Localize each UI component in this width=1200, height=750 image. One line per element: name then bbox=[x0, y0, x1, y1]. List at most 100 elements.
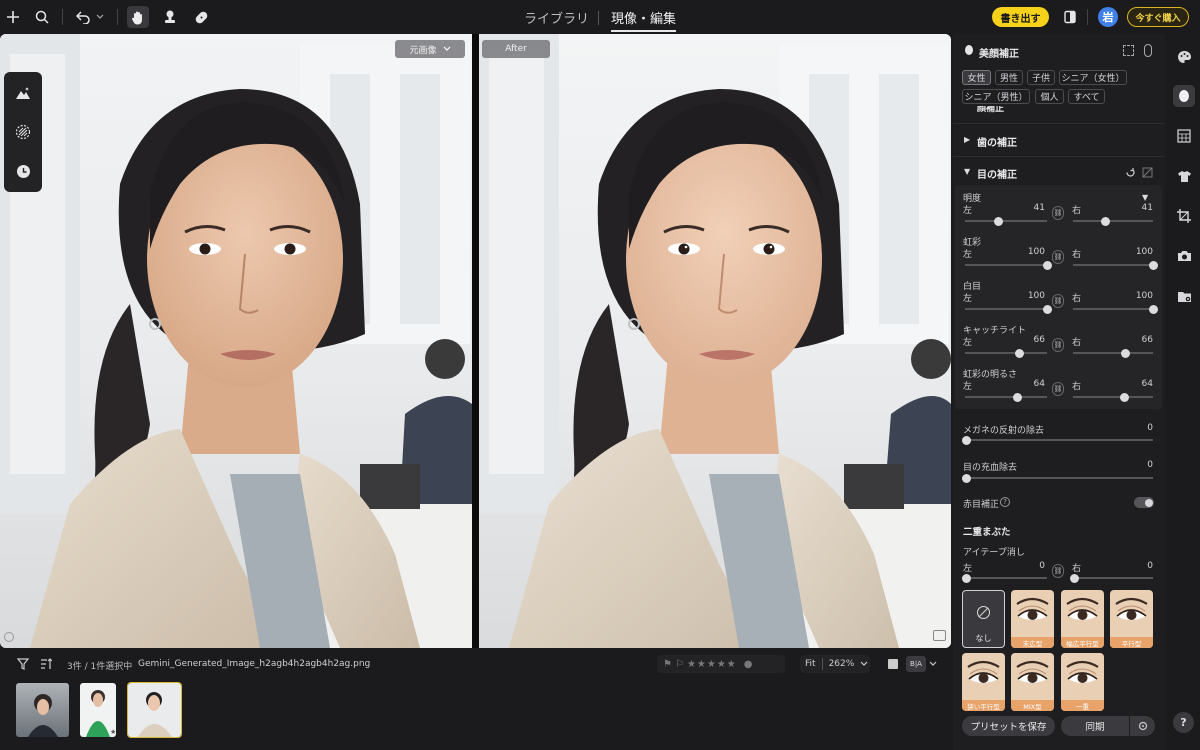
eye-slider-right[interactable] bbox=[1073, 392, 1153, 402]
chip-individual[interactable]: 個人 bbox=[1035, 89, 1064, 104]
undo-history-chevron-icon[interactable] bbox=[93, 6, 107, 28]
hand-tool-icon[interactable] bbox=[127, 6, 149, 28]
glasses-reflection-slider[interactable] bbox=[962, 435, 1153, 445]
link-sides-icon[interactable]: ⛓ bbox=[1052, 338, 1064, 352]
slider-knob[interactable] bbox=[962, 473, 971, 483]
undo-icon[interactable] bbox=[72, 6, 94, 28]
search-icon[interactable] bbox=[31, 6, 53, 28]
link-toggle-icon[interactable] bbox=[1144, 44, 1152, 57]
collapse-arrow-icon[interactable]: ▼ bbox=[964, 167, 970, 176]
reset-icon[interactable] bbox=[1125, 167, 1136, 178]
link-sides-icon[interactable]: ⛓ bbox=[1052, 294, 1064, 308]
eyelid-style-tile[interactable]: 幅広平行型 bbox=[1061, 590, 1104, 648]
eyelid-style-tile[interactable]: 狭い平行型 bbox=[962, 653, 1005, 711]
slider-knob[interactable] bbox=[962, 573, 971, 583]
sort-icon[interactable] bbox=[35, 653, 57, 675]
eye-slider-left[interactable] bbox=[965, 304, 1052, 314]
slider-knob[interactable] bbox=[1148, 260, 1158, 270]
eyelid-style-tile[interactable]: 一重 bbox=[1061, 653, 1104, 711]
red-eye-toggle[interactable] bbox=[1134, 497, 1154, 508]
crop-icon[interactable] bbox=[1173, 205, 1195, 227]
single-view-icon[interactable] bbox=[888, 659, 898, 669]
eye-section-title[interactable]: 目の補正 bbox=[977, 166, 1017, 181]
thumbnail-2[interactable]: ★ bbox=[80, 683, 116, 737]
face-beauty-icon[interactable] bbox=[1173, 85, 1195, 107]
help-button[interactable]: ? bbox=[1173, 712, 1194, 733]
eye-slider-right[interactable] bbox=[1073, 216, 1153, 226]
stamp-tool-icon[interactable] bbox=[159, 6, 181, 28]
expand-arrow-icon[interactable]: ▶ bbox=[964, 135, 970, 144]
chip-all[interactable]: すべて bbox=[1068, 89, 1105, 104]
before-after-splitter[interactable] bbox=[472, 34, 479, 648]
eye-slider-right[interactable] bbox=[1073, 304, 1158, 314]
slider-knob[interactable] bbox=[1042, 260, 1052, 270]
texture-filter-icon[interactable] bbox=[12, 121, 34, 143]
sync-settings-button[interactable] bbox=[1130, 716, 1155, 736]
auto-enhance-icon[interactable] bbox=[12, 82, 34, 104]
chip-child[interactable]: 子供 bbox=[1027, 70, 1055, 85]
add-icon[interactable] bbox=[2, 6, 24, 28]
face-detect-icon[interactable] bbox=[1123, 45, 1134, 56]
eyelid-none-tile[interactable]: なし bbox=[962, 590, 1005, 648]
user-avatar[interactable]: 岩 bbox=[1098, 7, 1118, 27]
filter-icon[interactable] bbox=[12, 653, 34, 675]
face-correction-section-partial[interactable]: 顔補正 bbox=[953, 106, 1165, 116]
slider-knob[interactable] bbox=[994, 216, 1004, 226]
eyelid-style-tile[interactable]: 末広型 bbox=[1011, 590, 1054, 648]
tape-right-slider[interactable] bbox=[1070, 573, 1153, 583]
reject-flag-icon[interactable]: ⚐ bbox=[675, 659, 684, 670]
tape-left-slider[interactable] bbox=[962, 573, 1047, 583]
slider-knob[interactable] bbox=[1121, 348, 1131, 358]
zoom-level[interactable]: 262% bbox=[829, 659, 855, 669]
slider-knob[interactable] bbox=[1013, 392, 1022, 402]
chip-senior-female[interactable]: シニア（女性） bbox=[1059, 70, 1127, 85]
eye-slider-right[interactable] bbox=[1073, 260, 1158, 270]
link-sides-icon[interactable]: ⛓ bbox=[1052, 382, 1064, 396]
save-preset-button[interactable]: プリセットを保存 bbox=[962, 716, 1055, 736]
eye-slider-right[interactable] bbox=[1073, 348, 1153, 358]
disable-eye-icon[interactable] bbox=[1142, 167, 1153, 178]
thumbnail-1[interactable] bbox=[16, 683, 69, 737]
slider-knob[interactable] bbox=[962, 435, 971, 445]
history-clock-icon[interactable] bbox=[12, 160, 34, 182]
eye-slider-left[interactable] bbox=[965, 392, 1047, 402]
dropdown-arrow-icon[interactable]: ▼ bbox=[1142, 193, 1148, 202]
eye-slider-left[interactable] bbox=[965, 216, 1047, 226]
clothing-icon[interactable] bbox=[1173, 165, 1195, 187]
teeth-section-title[interactable]: 歯の補正 bbox=[977, 134, 1017, 149]
sync-button[interactable]: 同期 bbox=[1061, 716, 1129, 736]
split-view-icon[interactable] bbox=[933, 630, 946, 641]
link-sides-icon[interactable]: ⛓ bbox=[1052, 206, 1064, 220]
compare-panel-icon[interactable] bbox=[1059, 6, 1081, 28]
color-palette-icon[interactable] bbox=[1173, 46, 1195, 68]
texture-icon[interactable] bbox=[1173, 125, 1195, 147]
chip-female[interactable]: 女性 bbox=[962, 70, 991, 85]
thumbnail-3-selected[interactable] bbox=[127, 682, 182, 738]
image-canvas[interactable]: 元画像 After bbox=[0, 34, 951, 648]
tab-library[interactable]: ライブラリ bbox=[524, 8, 589, 27]
eye-slider-left[interactable] bbox=[965, 260, 1052, 270]
bandage-tool-icon[interactable] bbox=[190, 6, 212, 28]
export-button[interactable]: 書き出す bbox=[992, 7, 1049, 27]
tab-develop-edit[interactable]: 現像・編集 bbox=[611, 8, 677, 32]
fit-button[interactable]: Fit bbox=[805, 659, 816, 669]
eye-slider-left[interactable] bbox=[965, 348, 1047, 358]
before-after-view-icon[interactable]: B|A bbox=[906, 656, 926, 672]
before-label-dropdown[interactable]: 元画像 bbox=[395, 40, 465, 58]
color-label-icon[interactable]: ● bbox=[744, 659, 753, 670]
slider-knob[interactable] bbox=[1119, 392, 1129, 402]
eyelid-style-tile[interactable]: MIX型 bbox=[1011, 653, 1054, 711]
folder-settings-icon[interactable] bbox=[1173, 285, 1195, 307]
slider-knob[interactable] bbox=[1014, 348, 1024, 358]
zoom-control[interactable]: Fit 262% bbox=[800, 655, 870, 673]
chip-male[interactable]: 男性 bbox=[995, 70, 1023, 85]
help-icon[interactable]: ? bbox=[1000, 497, 1010, 507]
buy-now-button[interactable]: 今すぐ購入 bbox=[1127, 7, 1189, 27]
slider-knob[interactable] bbox=[1101, 216, 1111, 226]
chip-senior-male[interactable]: シニア（男性） bbox=[962, 89, 1030, 104]
flag-icon[interactable]: ⚑ bbox=[663, 659, 672, 670]
slider-knob[interactable] bbox=[1148, 304, 1158, 314]
camera-icon[interactable] bbox=[1173, 245, 1195, 267]
view-chevron-down-icon[interactable] bbox=[929, 661, 937, 667]
tape-link-icon[interactable]: ⛓ bbox=[1052, 564, 1064, 578]
